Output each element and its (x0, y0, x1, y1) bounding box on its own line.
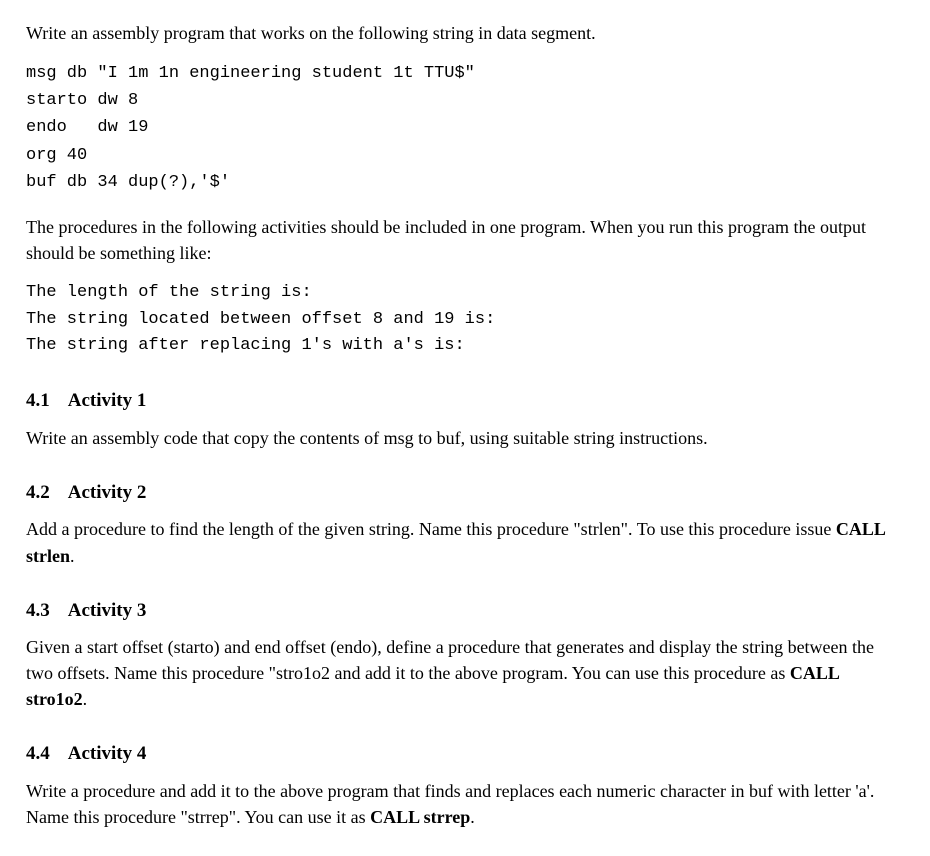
section-number: 4.4 (26, 743, 50, 764)
section-body: Add a procedure to find the length of th… (26, 516, 904, 568)
section-body: Write a procedure and add it to the abov… (26, 778, 904, 830)
section-number: 4.1 (26, 390, 50, 411)
section-heading-4-1: 4.1 Activity 1 (26, 387, 904, 415)
body-text: Given a start offset (starto) and end of… (26, 637, 874, 683)
body-text: . (83, 689, 88, 709)
intro-paragraph: Write an assembly program that works on … (26, 20, 904, 46)
section-title: Activity 4 (68, 743, 147, 764)
data-segment-code: msg db "I 1m 1n engineering student 1t T… (26, 60, 904, 196)
section-title: Activity 2 (68, 482, 147, 503)
output-line: The string after replacing 1's with a's … (26, 336, 465, 355)
section-number: 4.3 (26, 600, 50, 621)
section-title: Activity 3 (68, 600, 147, 621)
code-line: msg db "I 1m 1n engineering student 1t T… (26, 64, 475, 83)
section-title: Activity 1 (68, 390, 147, 411)
instructions-paragraph: The procedures in the following activiti… (26, 214, 904, 266)
code-line: org 40 (26, 146, 87, 165)
section-heading-4-4: 4.4 Activity 4 (26, 740, 904, 768)
expected-output: The length of the string is: The string … (26, 280, 904, 359)
section-number: 4.2 (26, 482, 50, 503)
section-body: Write an assembly code that copy the con… (26, 425, 904, 451)
output-line: The length of the string is: (26, 283, 312, 302)
body-text: Add a procedure to find the length of th… (26, 519, 836, 539)
section-body: Given a start offset (starto) and end of… (26, 634, 904, 712)
body-text: . (70, 546, 75, 566)
section-heading-4-2: 4.2 Activity 2 (26, 479, 904, 507)
output-line: The string located between offset 8 and … (26, 310, 495, 329)
body-text: . (470, 807, 475, 827)
section-heading-4-3: 4.3 Activity 3 (26, 597, 904, 625)
code-line: endo dw 19 (26, 118, 148, 137)
call-strrep: CALL strrep (370, 807, 470, 827)
code-line: starto dw 8 (26, 91, 138, 110)
code-line: buf db 34 dup(?),'$' (26, 173, 230, 192)
